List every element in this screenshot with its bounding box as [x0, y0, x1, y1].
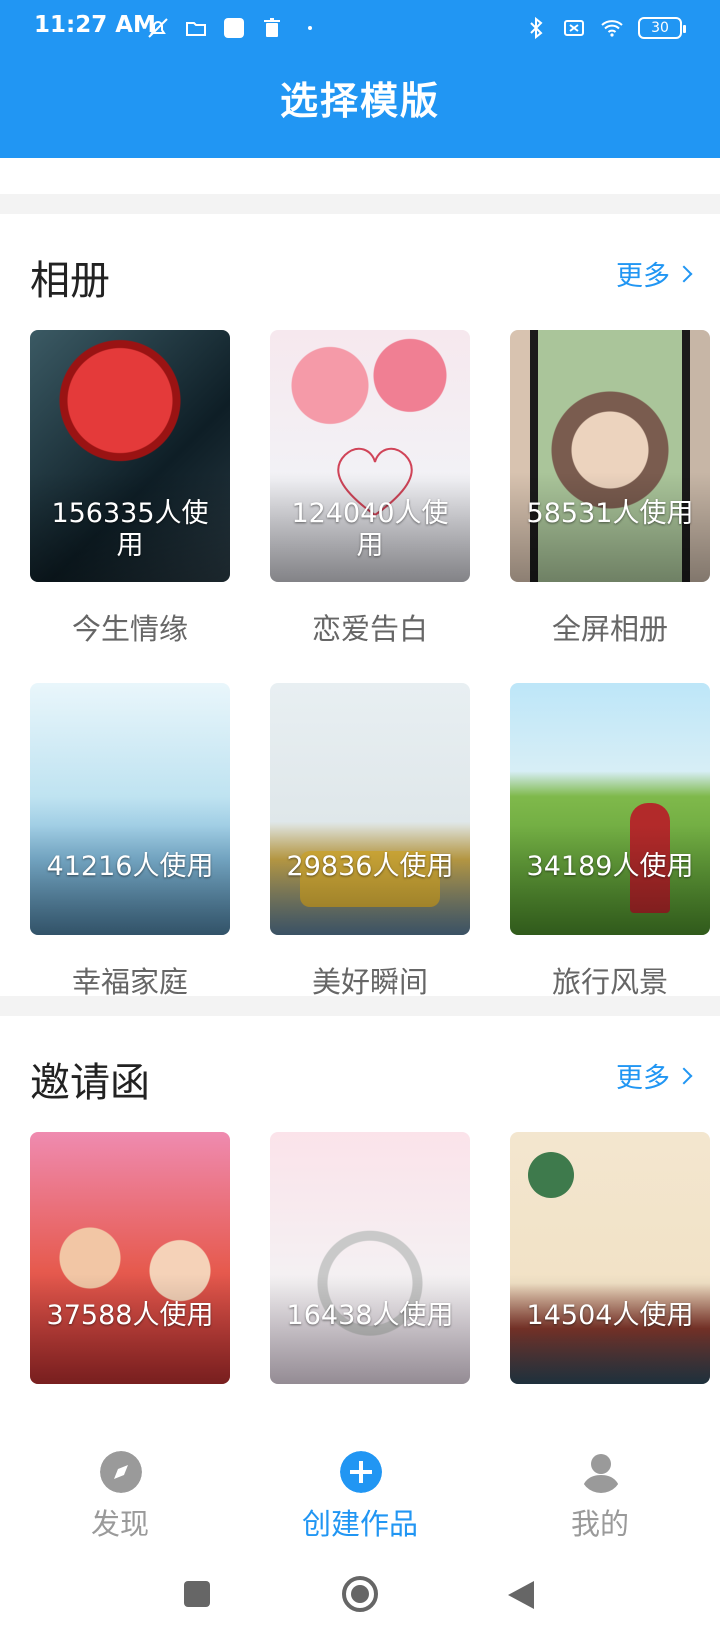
- chevron-right-icon: [675, 1067, 693, 1084]
- usage-count: 16438人使用: [286, 1300, 454, 1331]
- template-label: 幸福家庭: [71, 965, 188, 999]
- home-circle-icon[interactable]: [341, 1575, 379, 1613]
- template-thumbnail: 34189人使用: [510, 683, 710, 935]
- usage-count: 156335人使用: [51, 498, 209, 561]
- nav-create[interactable]: 创建作品: [240, 1435, 480, 1545]
- template-thumbnail: 37588人使用: [30, 1132, 230, 1384]
- app-screen: 11:27 AM 30 选择模版 相册 更多 156335人使用 今生情缘 12…: [0, 0, 720, 1650]
- status-bar: 11:27 AM 30: [0, 0, 720, 54]
- section-header: 相册 更多: [30, 214, 710, 330]
- template-card[interactable]: 14504人使用: [510, 1132, 710, 1435]
- template-thumbnail: 16438人使用: [270, 1132, 470, 1384]
- nav-discover[interactable]: 发现: [0, 1435, 240, 1545]
- template-card[interactable]: 124040人使用 恋爱告白: [270, 330, 470, 683]
- section-header: 邀请函 更多: [30, 1016, 710, 1132]
- template-card[interactable]: 16438人使用: [270, 1132, 470, 1435]
- compass-icon: [100, 1451, 142, 1493]
- usage-count: 34189人使用: [526, 851, 694, 882]
- status-right-icons: 30: [524, 14, 686, 42]
- square-app-icon: [224, 18, 244, 38]
- template-thumbnail: 58531人使用: [510, 330, 710, 582]
- usage-count: 29836人使用: [286, 851, 454, 882]
- trash-icon: [264, 18, 280, 37]
- template-card[interactable]: 29836人使用 美好瞬间: [270, 683, 470, 1036]
- app-header: 11:27 AM 30 选择模版: [0, 0, 720, 158]
- status-left-icons: [146, 14, 322, 42]
- usage-count: 37588人使用: [46, 1300, 214, 1331]
- back-triangle-icon[interactable]: [506, 1579, 536, 1611]
- template-label: 恋爱告白: [311, 612, 428, 646]
- template-thumbnail: 41216人使用: [30, 683, 230, 935]
- status-time: 11:27 AM: [34, 12, 156, 38]
- battery-icon: 30: [638, 17, 686, 39]
- dot-icon: [308, 26, 312, 30]
- nav-mine[interactable]: 我的: [480, 1435, 720, 1545]
- recents-square-icon[interactable]: [182, 1579, 212, 1609]
- person-icon: [582, 1454, 620, 1493]
- previous-section-strip: [0, 158, 720, 194]
- tree-graphic: [528, 1152, 574, 1198]
- template-grid: 156335人使用 今生情缘 124040人使用 恋爱告白 58531人使用 全…: [30, 330, 710, 1036]
- section-title: 相册: [30, 258, 110, 304]
- template-card[interactable]: 58531人使用 全屏相册: [510, 330, 710, 683]
- folder-icon: [186, 22, 206, 36]
- usage-count: 14504人使用: [526, 1300, 694, 1331]
- chevron-right-icon: [675, 265, 693, 282]
- nav-label: 我的: [570, 1507, 629, 1541]
- usage-count: 124040人使用: [291, 498, 449, 561]
- more-link-label: 更多: [616, 261, 670, 292]
- nav-label: 发现: [90, 1507, 149, 1541]
- template-label: 全屏相册: [551, 612, 668, 646]
- more-link[interactable]: 更多: [616, 1056, 693, 1095]
- template-label: 美好瞬间: [311, 965, 428, 999]
- template-thumbnail: 14504人使用: [510, 1132, 710, 1384]
- bluetooth-icon: [530, 16, 543, 40]
- wifi-icon: [601, 20, 623, 37]
- nav-label: 创建作品: [301, 1507, 418, 1541]
- template-card[interactable]: 156335人使用 今生情缘: [30, 330, 230, 683]
- template-thumbnail: 29836人使用: [270, 683, 470, 935]
- template-grid: 37588人使用 16438人使用 14504人使用: [30, 1132, 710, 1435]
- more-link-label: 更多: [616, 1063, 670, 1094]
- template-card[interactable]: 34189人使用 旅行风景: [510, 683, 710, 1036]
- battery-level: 30: [651, 20, 669, 36]
- template-card[interactable]: 37588人使用: [30, 1132, 230, 1435]
- usage-count: 58531人使用: [526, 498, 694, 529]
- bottom-nav: 发现 创建作品 我的: [0, 1435, 720, 1545]
- no-sim-icon: [564, 20, 584, 36]
- section-title: 邀请函: [30, 1060, 150, 1106]
- template-label: 今生情缘: [71, 612, 188, 646]
- content-scroll-area[interactable]: 相册 更多 156335人使用 今生情缘 124040人使用 恋爱告白 5853…: [0, 158, 720, 1435]
- section-album: 相册 更多 156335人使用 今生情缘 124040人使用 恋爱告白 5853…: [0, 214, 720, 999]
- template-card[interactable]: 41216人使用 幸福家庭: [30, 683, 230, 1036]
- page-title: 选择模版: [279, 79, 440, 123]
- system-nav-bar: [0, 1545, 720, 1650]
- plus-circle-icon: [340, 1451, 382, 1493]
- template-thumbnail: 124040人使用: [270, 330, 470, 582]
- section-invitation: 邀请函 更多 37588人使用 16438人使用 14504人使用: [0, 1016, 720, 1435]
- template-label: 旅行风景: [551, 965, 668, 999]
- template-thumbnail: 156335人使用: [30, 330, 230, 582]
- usage-count: 41216人使用: [46, 851, 214, 882]
- more-link[interactable]: 更多: [616, 254, 693, 293]
- muted-notification-icon: [148, 18, 168, 38]
